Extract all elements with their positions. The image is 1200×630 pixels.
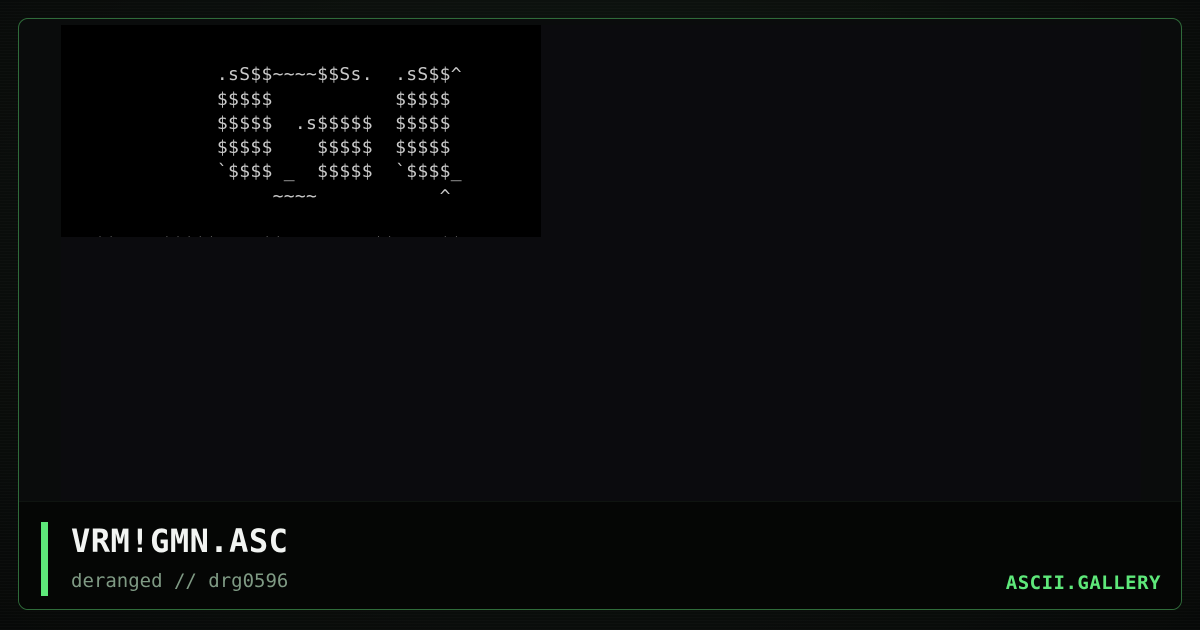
artwork-subtitle: deranged // drg0596 [71,570,289,592]
og-card: .sS$$~~~~$$Ss. .sS$$^ $$$$$ $$$$$ $$$$$ … [0,0,1200,630]
card-frame: .sS$$~~~~$$Ss. .sS$$^ $$$$$ $$$$$ $$$$$ … [18,18,1182,610]
ascii-art: .sS$$~~~~$$Ss. .sS$$^ $$$$$ $$$$$ $$$$$ … [61,64,495,237]
artwork-title: VRM!GMN.ASC [71,522,289,560]
caption-bar: VRM!GMN.ASC deranged // drg0596 ASCII.GA… [19,501,1181,609]
accent-bar [41,522,48,596]
site-brand: ASCII.GALLERY [1005,572,1161,594]
ascii-art-canvas: .sS$$~~~~$$Ss. .sS$$^ $$$$$ $$$$$ $$$$$ … [61,25,541,237]
ascii-viewport: .sS$$~~~~$$Ss. .sS$$^ $$$$$ $$$$$ $$$$$ … [61,25,1141,505]
